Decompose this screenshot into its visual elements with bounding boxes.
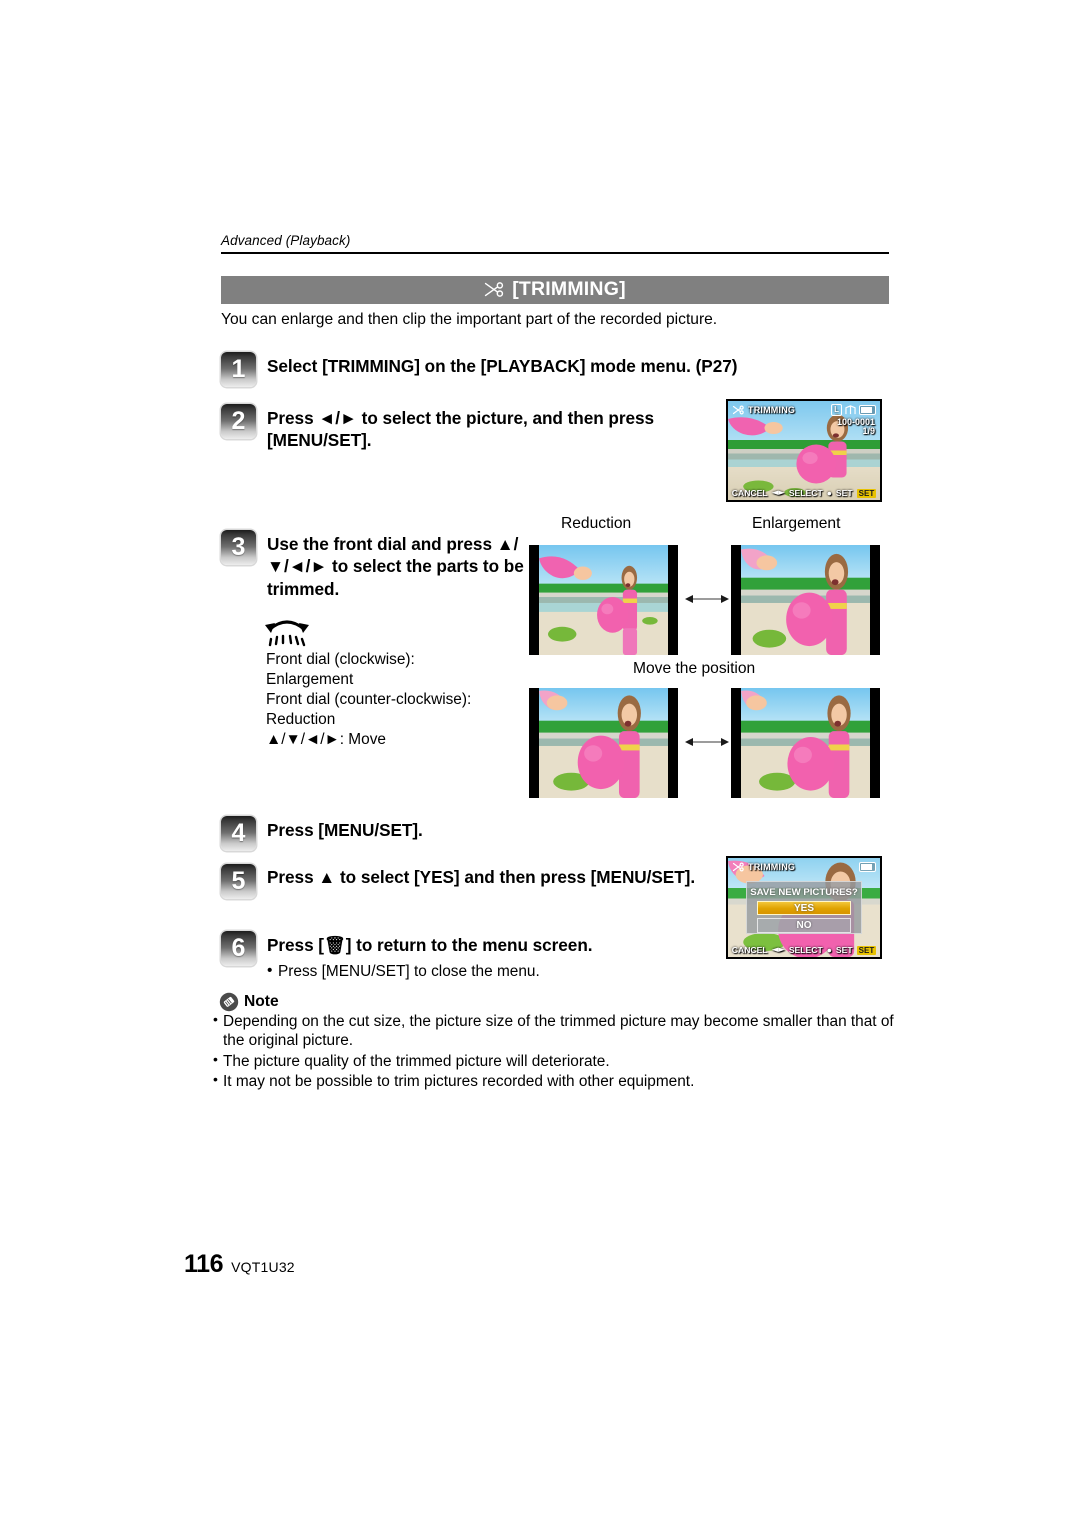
photo-position-left-scene (539, 688, 668, 798)
double-arrow-row2 (685, 738, 729, 746)
lcd-save-set-label: SET (835, 945, 853, 955)
lcd-set-chip: SET (856, 488, 877, 498)
lcd-save-set-chip: SET (856, 945, 877, 955)
step-text-1: Select [TRIMMING] on the [PLAYBACK] mode… (267, 356, 738, 376)
step-badge-2: 2 (221, 404, 256, 439)
figure-label-enlargement: Enlargement (752, 515, 841, 532)
step6-sub-bullet: Press [MENU/SET] to close the menu. (267, 962, 540, 981)
step-badge-1: 1 (221, 352, 256, 387)
step-badge-6: 6 (221, 931, 256, 966)
lcd-file-number: 100-0001 1/9 (837, 418, 875, 436)
save-dialog-option-yes[interactable]: YES (757, 900, 851, 916)
lcd-save-osd-title: TRIMMING (748, 861, 796, 872)
note-list: Depending on the cut size, the picture s… (213, 1011, 903, 1093)
lcd-save-cancel-label: CANCEL (731, 945, 768, 955)
manual-page: Advanced (Playback) [TRIMMING] You can e… (0, 0, 1080, 1526)
scissors-icon (485, 281, 504, 297)
note-item: It may not be possible to trim pictures … (213, 1071, 903, 1091)
double-arrow-row1 (685, 595, 729, 603)
step-badge-5: 5 (221, 864, 256, 899)
header-rule (221, 252, 889, 254)
step-text-5: Press ▲ to select [YES] and then press [… (267, 867, 696, 887)
step-badge-4: 4 (221, 816, 256, 851)
lcd-save-osd-top-bar: TRIMMING (728, 858, 880, 875)
photo-enlargement (731, 545, 880, 655)
lcd-screen-select-picture: TRIMMING L 100-0001 1/9 CANCEL ◄► SELECT… (726, 399, 882, 502)
photo-position-right (731, 688, 880, 798)
scissors-icon-small-2 (732, 861, 744, 872)
lcd-osd-top-bar: TRIMMING L (728, 401, 880, 418)
dial-rotation-icon (265, 620, 309, 647)
step-text-4: Press [MENU/SET]. (267, 820, 423, 840)
fine-quality-icon (845, 404, 856, 414)
running-head: Advanced (Playback) (221, 233, 351, 248)
photo-position-right-scene (741, 688, 870, 798)
lcd-save-select-label: SELECT (788, 945, 823, 955)
lcd-cancel-label: CANCEL (731, 488, 768, 498)
lcd-set-label: SET (835, 488, 853, 498)
save-new-pictures-dialog: SAVE NEW PICTURES? YES NO (746, 880, 862, 935)
lcd-osd-bottom-bar: CANCEL ◄► SELECT ● SET SET (728, 488, 880, 498)
note-heading: Note (219, 992, 279, 1012)
figure-label-reduction: Reduction (561, 515, 632, 532)
note-pencil-icon (219, 992, 239, 1012)
battery-full-icon-2 (859, 861, 876, 872)
page-footer: 116 VQT1U32 (184, 1250, 295, 1279)
section-title-bar: [TRIMMING] (221, 276, 889, 304)
lcd-screen-save-confirm: TRIMMING SAVE NEW PICTURES? YES NO CANCE… (726, 856, 882, 959)
step-badge-3: 3 (221, 530, 256, 565)
save-dialog-title: SAVE NEW PICTURES? (750, 886, 858, 898)
save-dialog-option-no[interactable]: NO (757, 918, 851, 934)
dial-instructions: Front dial (clockwise): Enlargement Fron… (266, 651, 472, 749)
intro-text: You can enlarge and then clip the import… (221, 311, 718, 328)
lcd-save-osd-bottom-bar: CANCEL ◄► SELECT ● SET SET (728, 945, 880, 955)
scissors-icon-small (732, 404, 744, 415)
step-text-2: Press ◄/► to select the picture, and the… (267, 408, 654, 451)
lcd-save-arrows-glyph: ◄► (771, 945, 785, 955)
photo-reduction (529, 545, 678, 655)
lcd-save-dial-glyph: ● (826, 945, 832, 955)
photo-position-left (529, 688, 678, 798)
photo-enlargement-scene (741, 545, 870, 655)
section-title: [TRIMMING] (512, 277, 626, 300)
lcd-select-label: SELECT (788, 488, 823, 498)
lcd-dial-glyph: ● (826, 488, 832, 498)
lcd-file-number-line2: 1/9 (862, 426, 875, 436)
page-number: 116 (184, 1250, 224, 1278)
note-item: Depending on the cut size, the picture s… (213, 1011, 903, 1051)
note-label: Note (244, 993, 279, 1010)
lcd-arrows-glyph: ◄► (771, 488, 785, 498)
figure-label-move-position: Move the position (633, 660, 756, 677)
step-text-6: Press [🗑] to return to the menu screen. (267, 935, 593, 955)
battery-full-icon (859, 404, 876, 415)
step-text-3: Use the front dial and press ▲/▼/◄/► to … (267, 534, 524, 599)
note-item: The picture quality of the trimmed pictu… (213, 1051, 903, 1071)
photo-reduction-scene (539, 545, 668, 655)
picture-size-chip: L (831, 403, 842, 416)
document-number: VQT1U32 (231, 1259, 295, 1275)
lcd-osd-title: TRIMMING (748, 404, 796, 415)
